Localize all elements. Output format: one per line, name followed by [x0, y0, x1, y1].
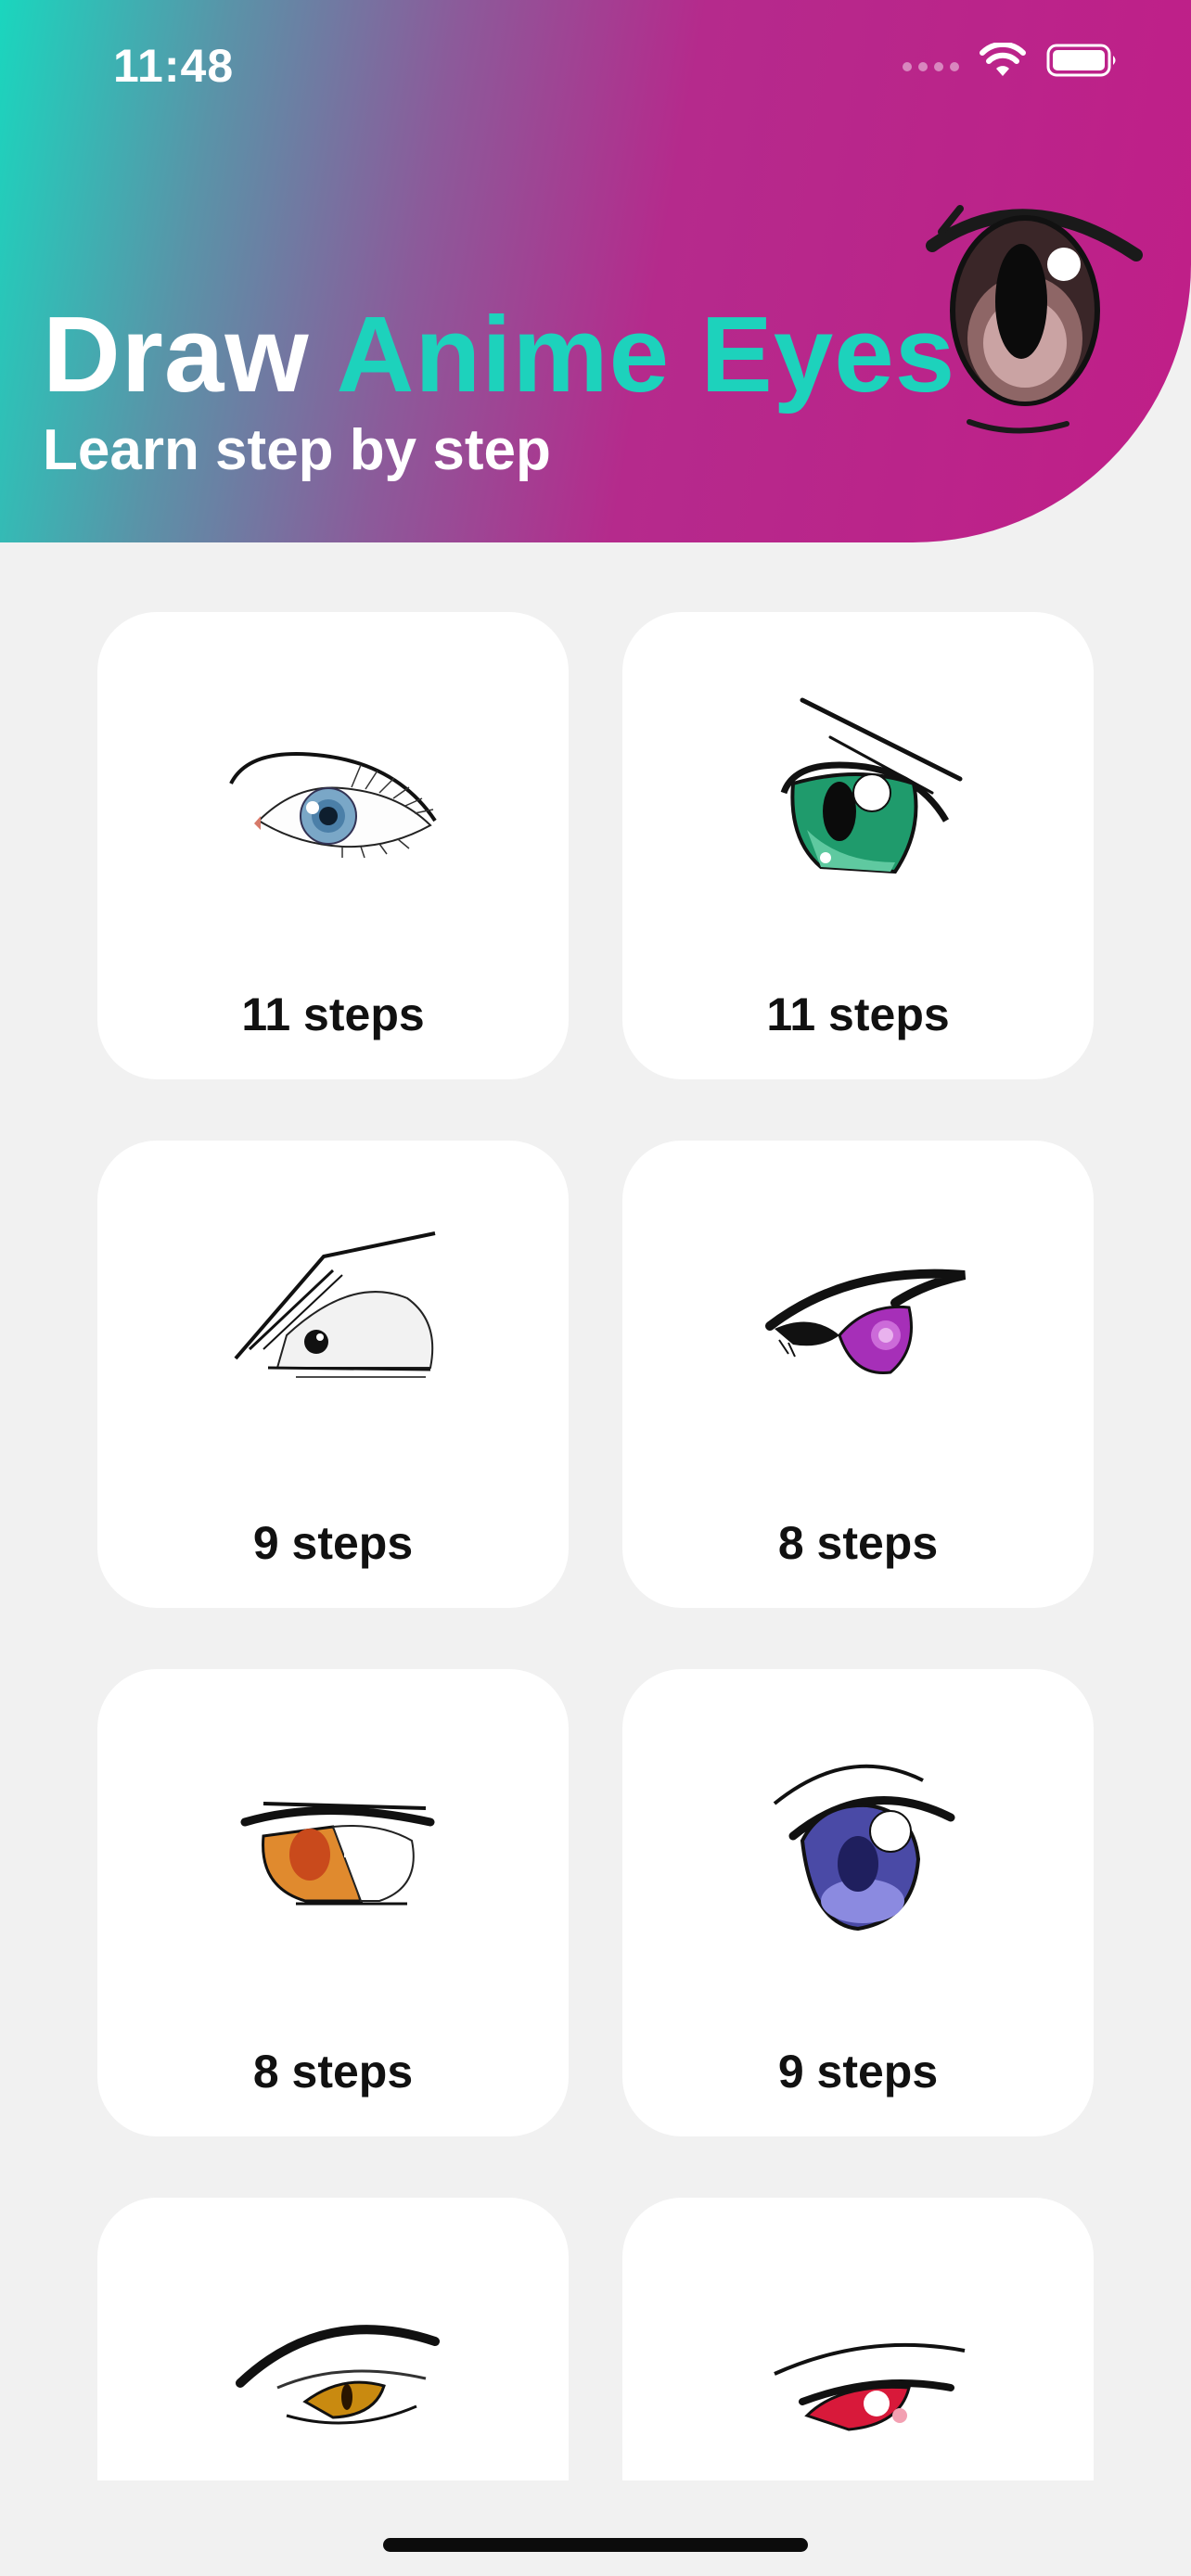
status-time: 11:48	[113, 40, 235, 92]
steps-label: 8 steps	[252, 2046, 414, 2098]
steps-label: 11 steps	[241, 988, 425, 1040]
page-title: Draw Anime Eyes	[43, 292, 955, 416]
golden-eye-icon	[236, 2325, 440, 2425]
steps-label: 11 steps	[766, 988, 950, 1040]
tutorial-card-angry-eye[interactable]: 9 steps	[97, 1141, 569, 1608]
anime-eye-logo-icon	[904, 190, 1146, 454]
tutorial-card-orange-eye[interactable]: 8 steps	[97, 1669, 569, 2136]
tutorial-card-purple-eye[interactable]: 8 steps	[622, 1141, 1094, 1608]
signal-icon	[903, 62, 959, 71]
blue-anime-eye-icon	[773, 1764, 955, 1932]
wifi-icon	[980, 43, 1026, 78]
purple-eye-icon	[765, 1269, 967, 1374]
realistic-blue-eye-icon	[229, 752, 437, 859]
orange-eye-icon	[240, 1802, 435, 1906]
green-anime-eye-icon	[780, 697, 963, 874]
title-accent: Anime Eyes	[336, 294, 956, 414]
red-eye-icon	[774, 2342, 966, 2431]
steps-label: 9 steps	[777, 2046, 939, 2098]
status-icons	[903, 43, 1119, 78]
tutorial-card-green-anime-eye[interactable]: 11 steps	[622, 612, 1094, 1079]
home-indicator[interactable]	[383, 2538, 808, 2552]
title-word-draw: Draw	[43, 294, 310, 414]
steps-label: 8 steps	[777, 1517, 939, 1569]
battery-icon	[1046, 43, 1119, 78]
tutorial-card-realistic-blue-eye[interactable]: 11 steps	[97, 612, 569, 1079]
header-banner: 11:48 Draw Anime Eyes Learn step by step	[0, 0, 1191, 542]
page-subtitle: Learn step by step	[43, 418, 551, 482]
bottom-safe-area	[0, 2480, 1191, 2576]
angry-eye-icon	[234, 1231, 436, 1378]
steps-label: 9 steps	[252, 1517, 414, 1569]
tutorial-card-blue-anime-eye[interactable]: 9 steps	[622, 1669, 1094, 2136]
